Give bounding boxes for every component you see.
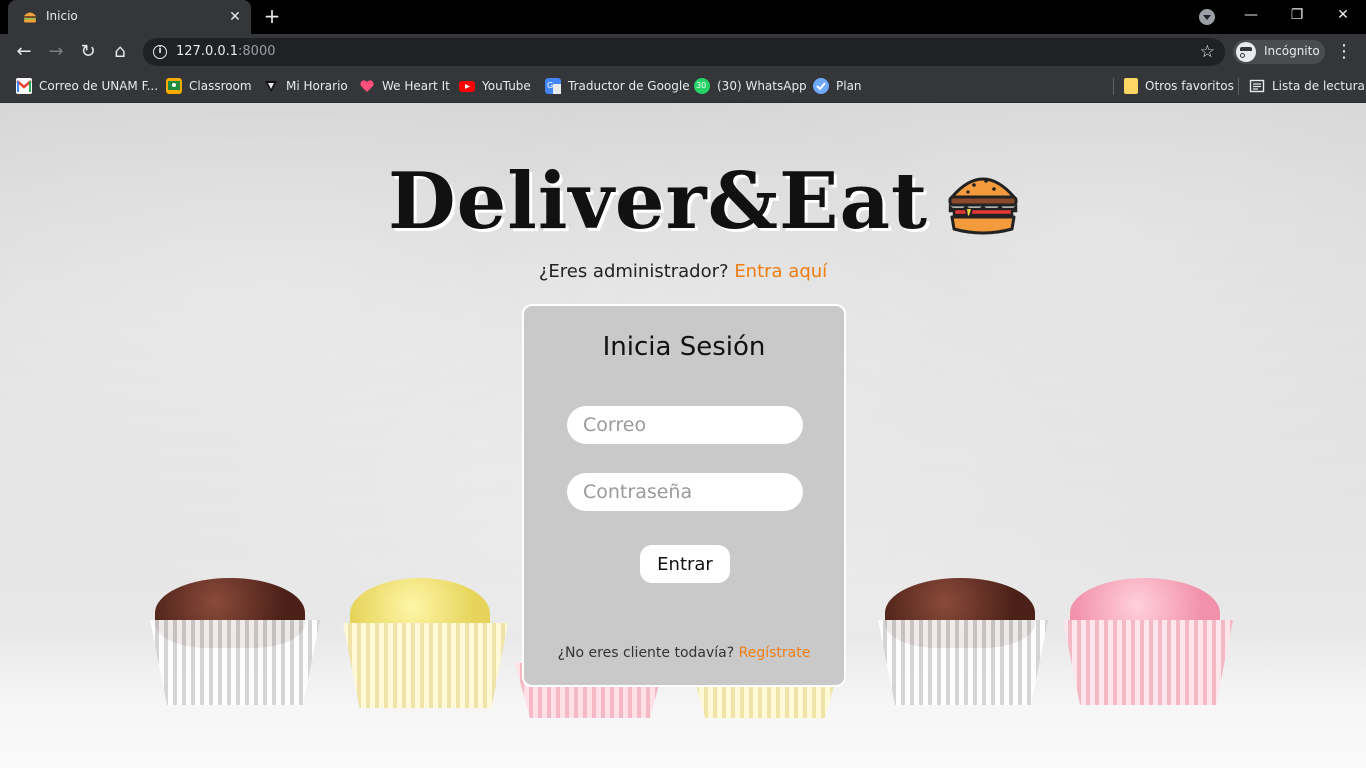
bookmark-classroom[interactable]: Classroom	[166, 76, 252, 96]
window-close-button[interactable]: ✕	[1320, 0, 1366, 30]
bookmark-label: Traductor de Google	[568, 79, 690, 93]
brand-header: Deliver&Eat	[388, 161, 1020, 243]
admin-login-link[interactable]: Entra aquí	[734, 261, 827, 282]
bookmark-label: Correo de UNAM F...	[39, 79, 159, 93]
page-viewport: Deliver&Eat ¿Eres administrador? Entra a…	[0, 103, 1366, 768]
burger-favicon-icon	[24, 12, 36, 23]
register-prompt-text: ¿No eres cliente todavía?	[557, 645, 735, 661]
bookmark-label: Plan	[836, 79, 862, 93]
password-field[interactable]	[567, 473, 803, 511]
bookmark-label: (30) WhatsApp	[717, 79, 807, 93]
bookmark-whatsapp[interactable]: 30 (30) WhatsApp	[694, 76, 807, 96]
bookmark-mi-horario[interactable]: Mi Horario	[263, 76, 348, 96]
tab-close-icon[interactable]: ✕	[226, 8, 244, 26]
bookmark-plan[interactable]: Plan	[813, 76, 862, 96]
back-button[interactable]: ←	[10, 38, 38, 66]
tab-search-icon[interactable]	[1199, 9, 1215, 25]
admin-prompt-text: ¿Eres administrador?	[538, 261, 729, 282]
incognito-profile-button[interactable]: Incógnito	[1233, 40, 1325, 64]
address-url: 127.0.0.1:8000	[176, 44, 276, 59]
bookmarks-separator	[1238, 78, 1239, 95]
bookmarks-bar: Correo de UNAM F... Classroom Mi Horario…	[0, 70, 1366, 103]
cupcake-image	[140, 578, 320, 708]
whatsapp-badge: 30	[696, 81, 707, 90]
bookmark-label: YouTube	[482, 79, 531, 93]
tab-strip: Inicio ✕ + — ❐ ✕	[0, 0, 1366, 34]
tab-title: Inicio	[46, 9, 78, 23]
svg-text:G: G	[547, 81, 553, 90]
incognito-icon	[1236, 42, 1256, 62]
folder-icon	[1124, 78, 1138, 94]
home-button[interactable]: ⌂	[106, 38, 134, 66]
login-card: Inicia Sesión Entrar ¿No eres cliente to…	[522, 304, 846, 687]
reading-list-button[interactable]: Lista de lectura	[1249, 76, 1365, 96]
burger-icon	[948, 177, 1018, 235]
tab-inicio[interactable]: Inicio ✕	[8, 0, 251, 34]
bookmark-otros-favoritos[interactable]: Otros favoritos	[1124, 76, 1234, 96]
browser-menu-icon[interactable]: ⋮	[1334, 38, 1354, 66]
horario-icon	[263, 78, 279, 94]
whatsapp-icon: 30	[694, 78, 710, 94]
bookmark-label: Mi Horario	[286, 79, 348, 93]
site-info-icon[interactable]: i	[153, 45, 167, 59]
new-tab-button[interactable]: +	[261, 5, 283, 27]
minimize-button[interactable]: —	[1228, 0, 1274, 30]
bookmark-label: We Heart It	[382, 79, 450, 93]
bookmark-we-heart-it[interactable]: We Heart It	[359, 76, 450, 96]
reload-button[interactable]: ↻	[74, 38, 102, 66]
incognito-label: Incógnito	[1264, 44, 1320, 58]
cupcake-image	[870, 578, 1050, 708]
bookmark-youtube[interactable]: YouTube	[459, 76, 531, 96]
brand-title: Deliver&Eat	[388, 156, 929, 247]
forward-button[interactable]: →	[42, 38, 70, 66]
translate-icon: G	[545, 78, 561, 94]
plan-icon	[813, 78, 829, 94]
bookmark-label: Otros favoritos	[1145, 79, 1234, 93]
bookmark-star-icon[interactable]: ☆	[1200, 42, 1215, 62]
bookmark-label: Lista de lectura	[1272, 79, 1365, 93]
admin-prompt: ¿Eres administrador? Entra aquí	[0, 261, 1366, 282]
youtube-icon	[459, 78, 475, 94]
bookmark-correo-unam[interactable]: Correo de UNAM F...	[16, 76, 158, 96]
reading-list-icon	[1249, 78, 1265, 94]
url-port: :8000	[238, 44, 276, 59]
classroom-icon	[166, 78, 182, 94]
heart-icon	[359, 78, 375, 94]
browser-toolbar: ← → ↻ ⌂ i 127.0.0.1:8000 ☆ Incógnito ⋮	[0, 34, 1366, 70]
gmail-icon	[16, 78, 32, 94]
restore-button[interactable]: ❐	[1274, 0, 1320, 30]
bookmark-traductor[interactable]: G Traductor de Google	[545, 76, 690, 96]
cupcake-image	[335, 578, 510, 708]
register-link[interactable]: Regístrate	[739, 645, 811, 661]
login-title: Inicia Sesión	[602, 332, 766, 362]
register-prompt: ¿No eres cliente todavía? Regístrate	[524, 645, 844, 661]
cupcake-image	[1055, 578, 1235, 708]
email-field[interactable]	[567, 406, 803, 444]
address-bar[interactable]: i 127.0.0.1:8000 ☆	[143, 38, 1225, 66]
login-button[interactable]: Entrar	[640, 545, 730, 583]
url-host: 127.0.0.1	[176, 44, 239, 59]
bookmarks-separator	[1113, 78, 1114, 95]
bookmark-label: Classroom	[189, 79, 252, 93]
